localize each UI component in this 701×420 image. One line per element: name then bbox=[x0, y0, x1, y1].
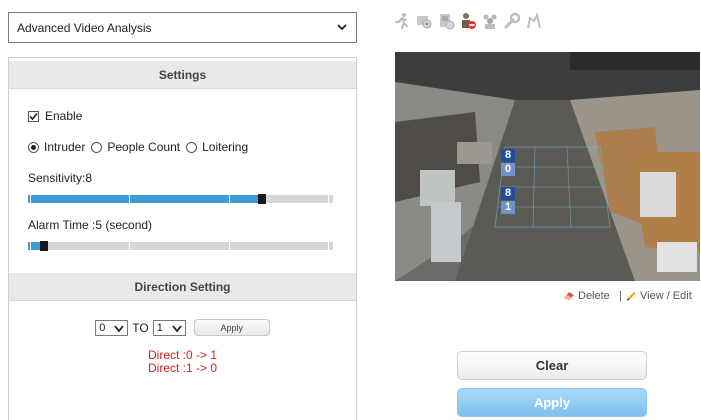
sensitivity-handle[interactable] bbox=[258, 194, 266, 204]
enable-checkbox[interactable] bbox=[28, 110, 39, 122]
slider-tick bbox=[30, 195, 31, 203]
alarm-time-label: Alarm Time :5 (second) bbox=[28, 218, 153, 232]
direction-to-select[interactable]: 1 bbox=[152, 319, 186, 336]
sensitivity-slider[interactable] bbox=[28, 194, 333, 204]
analysis-toolbar bbox=[393, 12, 543, 30]
clear-button[interactable]: Clear bbox=[457, 351, 647, 380]
delete-label: Delete bbox=[578, 290, 610, 302]
office-camera-image bbox=[395, 52, 700, 281]
link-separator: | bbox=[619, 290, 622, 302]
direction-header: Direction Setting bbox=[9, 273, 356, 301]
mode-select[interactable]: Advanced Video Analysis bbox=[8, 12, 357, 43]
direction-rule: Direct :1 -> 0 bbox=[147, 361, 218, 375]
chevron-down-icon bbox=[337, 24, 347, 31]
mode-radio-group: Intruder People Count Loitering bbox=[28, 140, 254, 154]
radio-intruder[interactable] bbox=[28, 141, 39, 153]
settings-header: Settings bbox=[9, 61, 356, 89]
video-preview[interactable]: 8 0 8 1 bbox=[395, 52, 700, 281]
zone-label: 0 bbox=[501, 163, 515, 176]
enable-row: Enable bbox=[28, 109, 82, 123]
slider-tick bbox=[328, 195, 329, 203]
direction-to-value: 1 bbox=[156, 321, 163, 334]
people-group-icon[interactable] bbox=[481, 12, 499, 30]
running-person-icon[interactable] bbox=[393, 12, 411, 30]
slider-tick bbox=[229, 195, 230, 203]
alarm-time-handle[interactable] bbox=[40, 241, 48, 251]
enable-label: Enable bbox=[45, 109, 83, 123]
chevron-down-icon bbox=[114, 324, 124, 332]
slider-tick bbox=[129, 242, 130, 250]
pencil-icon bbox=[627, 292, 636, 301]
settings-panel: Settings Enable Intruder People Count Lo… bbox=[8, 57, 357, 420]
radio-loitering[interactable] bbox=[186, 141, 198, 153]
slider-tick bbox=[229, 242, 230, 250]
eraser-icon bbox=[564, 292, 574, 300]
person-block-icon[interactable] bbox=[459, 12, 477, 30]
direction-row: 0 TO 1 Apply bbox=[9, 319, 356, 336]
zone-label: 1 bbox=[501, 201, 515, 214]
to-label: TO bbox=[132, 320, 149, 335]
sensitivity-label: Sensitivity:8 bbox=[28, 171, 93, 185]
zone-label: 8 bbox=[501, 149, 515, 162]
direction-rule: Direct :0 -> 1 bbox=[147, 348, 218, 362]
tamper-icon[interactable] bbox=[525, 12, 543, 30]
camera-alert-icon[interactable] bbox=[437, 12, 455, 30]
slider-tick bbox=[328, 242, 329, 250]
apply-button[interactable]: Apply bbox=[457, 388, 647, 417]
wrench-icon[interactable] bbox=[503, 12, 521, 30]
direction-apply-button[interactable]: Apply bbox=[193, 319, 270, 336]
chevron-down-icon bbox=[172, 324, 182, 332]
slider-tick bbox=[30, 242, 31, 250]
sensitivity-fill bbox=[28, 195, 266, 203]
radio-loitering-label: Loitering bbox=[202, 140, 249, 154]
view-edit-link[interactable]: View / Edit bbox=[625, 290, 692, 302]
zone-label: 8 bbox=[501, 187, 515, 200]
check-icon bbox=[29, 112, 38, 120]
radio-people-count[interactable] bbox=[91, 141, 103, 153]
camera-settings-icon[interactable] bbox=[415, 12, 433, 30]
delete-link[interactable]: Delete bbox=[563, 290, 610, 302]
mode-select-value: Advanced Video Analysis bbox=[17, 20, 152, 35]
slider-tick bbox=[129, 195, 130, 203]
radio-intruder-label: Intruder bbox=[44, 140, 86, 154]
direction-from-select[interactable]: 0 bbox=[95, 319, 129, 336]
alarm-time-slider[interactable] bbox=[28, 241, 333, 251]
radio-people-count-label: People Count bbox=[107, 140, 181, 154]
view-edit-label: View / Edit bbox=[640, 290, 692, 302]
direction-from-value: 0 bbox=[99, 321, 106, 334]
